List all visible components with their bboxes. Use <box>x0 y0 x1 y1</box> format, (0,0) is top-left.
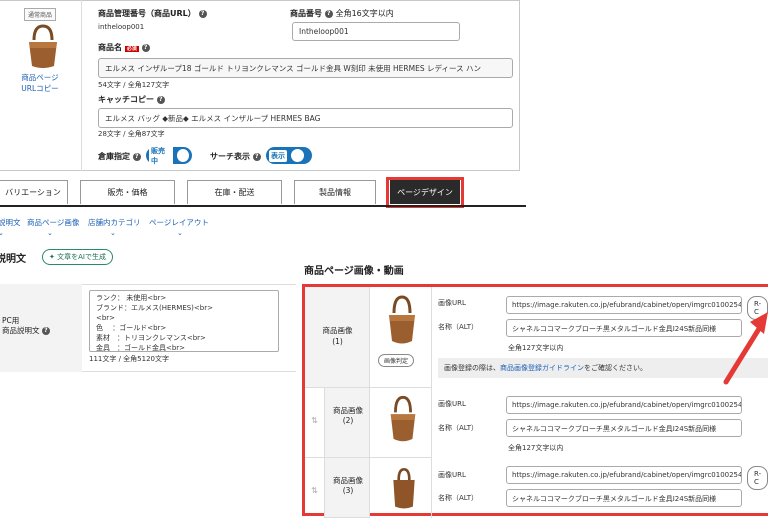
pc-description-textarea[interactable]: ランク： 未使用<br> ブランド：エルメス(HERMES)<br> <br> 色 ：… <box>89 290 279 352</box>
help-icon[interactable]: ? <box>41 327 50 335</box>
search-display-label: サーチ表示 ? <box>210 151 261 162</box>
image-label-1: 商品画像 (1) <box>322 326 353 346</box>
drag-handle-icon[interactable]: ⇅ <box>305 458 325 518</box>
rc-button[interactable]: R-C <box>747 466 768 490</box>
ai-generate-button[interactable]: ✦ 文章をAIで生成 <box>42 249 113 265</box>
drag-handle-icon[interactable]: ⇅ <box>305 388 325 458</box>
image-label-3: 商品画像 (3) <box>333 476 363 495</box>
alt-count: 全角127文字以内 <box>508 344 564 352</box>
image-url-input[interactable]: https://image.rakuten.co.jp/efubrand/cab… <box>506 396 742 414</box>
required-badge: 必須 <box>124 46 139 52</box>
help-icon[interactable]: ? <box>198 9 207 18</box>
description-count: 111文字 / 全角5120文字 <box>89 355 169 363</box>
description-title: 説明文 <box>0 254 26 265</box>
image-alt-input[interactable]: シャネルココマークブローチ黒メタルゴールド金具I24S新品同様 <box>506 419 742 437</box>
image-url-label: 画像URL <box>438 299 466 307</box>
tab-product-info[interactable]: 製品情報 <box>294 180 376 204</box>
subnav-description[interactable]: 説明文 ⌄ <box>0 217 21 237</box>
chevron-down-icon: ⌄ <box>0 229 4 237</box>
sparkle-icon: ✦ <box>49 253 55 261</box>
tab-sales-price[interactable]: 販売・価格 <box>80 180 175 204</box>
manage-number-value: intheloop001 <box>98 23 145 31</box>
search-display-toggle[interactable]: 表示 <box>266 147 312 164</box>
product-thumbnail <box>29 24 57 68</box>
image-url-input[interactable]: https://image.rakuten.co.jp/efubrand/cab… <box>506 296 742 314</box>
product-image-3 <box>393 467 415 509</box>
image-guideline-notice: 画像登録の際は、商品画像登録ガイドラインをご確認ください。 <box>438 358 768 378</box>
image-label-2: 商品画像 (2) <box>333 406 363 425</box>
image-alt-input[interactable]: シャネルココマークブローチ黒メタルゴールド金具I24S新品同様 <box>506 489 742 507</box>
catch-copy-input[interactable]: エルメス バッグ ◆新品◆ エルメス インザループ HERMES BAG <box>98 108 513 128</box>
image-url-label: 画像URL <box>438 471 466 479</box>
image-alt-label: 名称（ALT） <box>438 494 479 502</box>
copy-url-link[interactable]: 商品ページ URLコピー <box>20 72 60 94</box>
image-url-label: 画像URL <box>438 400 466 408</box>
tab-page-design[interactable]: ページデザイン <box>390 180 460 204</box>
item-type-badge: 通常商品 <box>24 8 57 21</box>
product-name-label: 商品名 必須 ? <box>98 42 150 53</box>
annotation-arrow <box>723 312 768 385</box>
catch-copy-count: 28文字 / 全角87文字 <box>98 130 165 138</box>
product-name-count: 54文字 / 全角127文字 <box>98 81 170 89</box>
tab-stock-shipping[interactable]: 在庫・配送 <box>187 180 282 204</box>
image-alt-input[interactable]: シャネルココマークブローチ黒メタルゴールド金具I24S新品同様 <box>506 319 742 337</box>
item-number-label: 商品番号 ? 全角16文字以内 <box>290 9 394 18</box>
manage-number-label: 商品管理番号（商品URL） ? <box>98 8 207 19</box>
item-number-input[interactable]: Intheloop001 <box>292 22 460 41</box>
product-image-1 <box>389 295 415 344</box>
tab-variation[interactable]: バリエーション <box>0 180 68 204</box>
warehouse-toggle[interactable]: 販売中 <box>146 144 192 167</box>
alt-count: 全角127文字以内 <box>508 444 564 452</box>
subnav-store-category[interactable]: 店舗内カテゴリ ⌄ <box>88 217 141 237</box>
help-icon[interactable]: ? <box>324 9 333 18</box>
image-alt-label: 名称（ALT） <box>438 424 479 432</box>
help-icon[interactable]: ? <box>132 152 141 161</box>
image-judge-button[interactable]: 画像判定 <box>378 354 415 367</box>
images-title: 商品ページ画像・動画 <box>304 266 404 277</box>
subnav-page-layout[interactable]: ページレイアウト ⌄ <box>149 217 209 237</box>
help-icon[interactable]: ? <box>156 95 165 104</box>
guideline-link[interactable]: 商品画像登録ガイドライン <box>500 364 584 372</box>
chevron-down-icon: ⌄ <box>47 229 53 237</box>
subnav-product-images[interactable]: 商品ページ画像 ⌄ <box>27 217 79 237</box>
image-url-input[interactable]: https://image.rakuten.co.jp/efubrand/cab… <box>506 466 742 484</box>
product-image-2 <box>390 395 416 442</box>
chevron-down-icon: ⌄ <box>110 229 116 237</box>
warehouse-label: 倉庫指定 ? <box>98 151 141 162</box>
help-icon[interactable]: ? <box>252 152 261 161</box>
tab-underline <box>0 205 526 207</box>
image-alt-label: 名称（ALT） <box>438 323 479 331</box>
catch-copy-label: キャッチコピー ? <box>98 94 165 105</box>
help-icon[interactable]: ? <box>141 43 150 52</box>
product-name-input[interactable]: エルメス インザループ18 ゴールド トリヨンクレマンス ゴールド金具 W刻印 … <box>98 58 513 78</box>
pc-description-label: PC用 商品説明文 ? <box>2 316 50 336</box>
chevron-down-icon: ⌄ <box>177 229 183 237</box>
